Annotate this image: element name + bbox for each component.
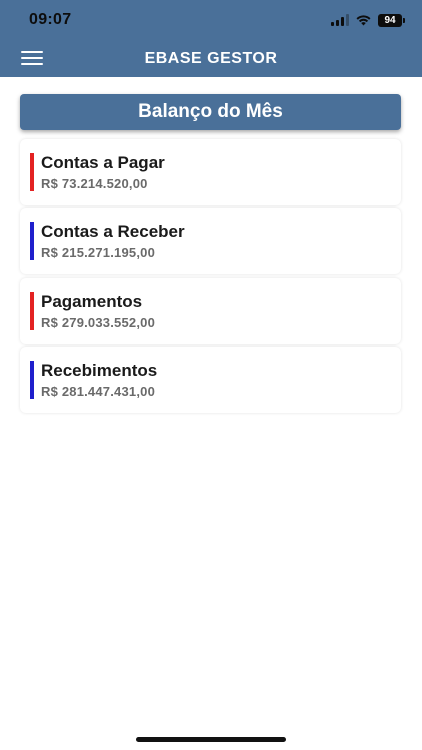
- card-title: Contas a Pagar: [41, 153, 165, 172]
- card-value: R$ 279.033.552,00: [41, 315, 155, 330]
- card-pagamentos[interactable]: Pagamentos R$ 279.033.552,00: [20, 278, 401, 344]
- card-value: R$ 281.447.431,00: [41, 384, 155, 399]
- card-value: R$ 73.214.520,00: [41, 176, 148, 191]
- app-screen: 09:07 94 EBASE GESTOR Balanço do Mês Con…: [0, 0, 422, 750]
- card-title: Recebimentos: [41, 361, 158, 380]
- status-icons: 94: [331, 12, 405, 28]
- accent-bar-red: [30, 292, 34, 330]
- accent-bar-red: [30, 153, 34, 191]
- accent-bar-blue: [30, 361, 34, 399]
- home-indicator[interactable]: [136, 737, 286, 742]
- accent-bar-blue: [30, 222, 34, 260]
- card-title: Pagamentos: [41, 292, 143, 311]
- card-value: R$ 215.271.195,00: [41, 245, 155, 260]
- top-bar: 09:07 94 EBASE GESTOR: [0, 0, 422, 77]
- card-contas-a-pagar[interactable]: Contas a Pagar R$ 73.214.520,00: [20, 139, 401, 205]
- card-recebimentos[interactable]: Recebimentos R$ 281.447.431,00: [20, 347, 401, 413]
- cellular-signal-icon: [331, 14, 349, 26]
- card-contas-a-receber[interactable]: Contas a Receber R$ 215.271.195,00: [20, 208, 401, 274]
- section-header: Balanço do Mês: [20, 94, 401, 130]
- wifi-icon: [356, 15, 371, 26]
- card-title: Contas a Receber: [41, 222, 185, 241]
- battery-icon: 94: [378, 13, 405, 27]
- status-time: 09:07: [29, 11, 72, 28]
- app-title: EBASE GESTOR: [144, 50, 278, 67]
